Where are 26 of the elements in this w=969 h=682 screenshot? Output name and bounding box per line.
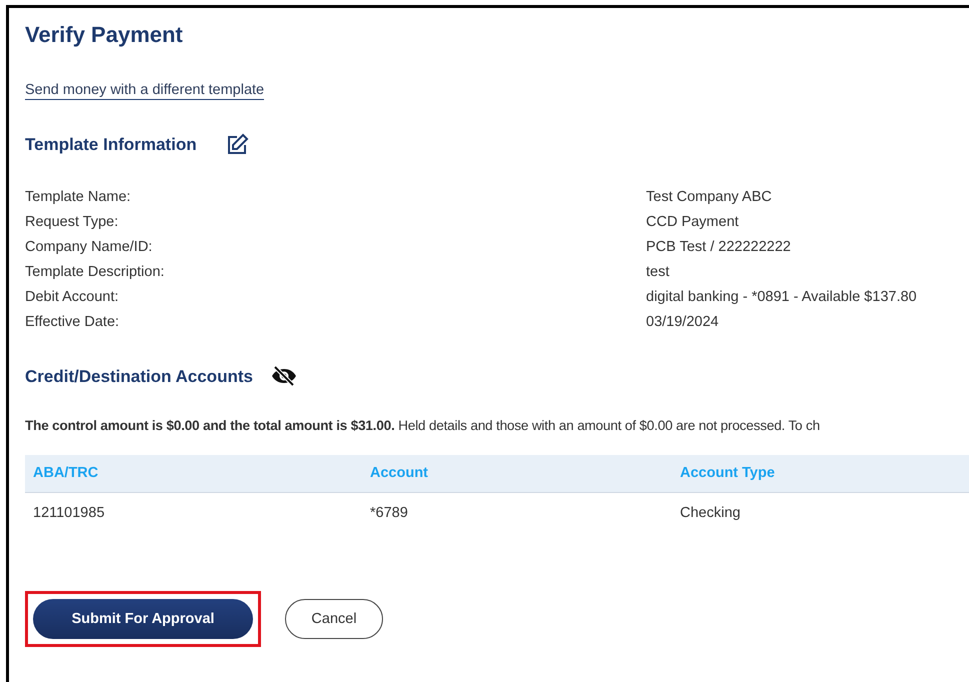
page-title: Verify Payment — [25, 21, 183, 49]
field-label: Request Type: — [25, 213, 120, 232]
field-value: Test Company ABC — [646, 188, 772, 208]
amount-note: The control amount is $0.00 and the total amount is $31.00. Held details and those with an amount of $0.00 are not processed. To ch — [25, 417, 821, 435]
column-header: Account Type — [680, 464, 776, 484]
eye-slash-icon[interactable] — [270, 365, 297, 388]
field-value: digital banking - *0891 - Available $137.80 — [646, 288, 917, 308]
field-value: CCD Payment — [646, 213, 739, 232]
table-cell-text: *6789 — [370, 504, 409, 523]
field-label: Template Description: — [25, 263, 166, 282]
section-heading: Credit/Destination Accounts — [25, 366, 253, 388]
field-value: test — [646, 263, 670, 282]
field-value: PCB Test / 222222222 — [646, 238, 791, 258]
field-label: Effective Date: — [25, 313, 120, 332]
field-label: Company Name/ID: — [25, 238, 154, 258]
field-label: Debit Account: — [25, 288, 120, 308]
column-header: ABA/TRC — [33, 464, 100, 484]
field-value: 03/19/2024 — [646, 313, 719, 332]
cancel-button[interactable]: Cancel — [285, 599, 383, 640]
field-label: Template Name: — [25, 188, 132, 208]
section-heading: Template Information — [25, 134, 197, 156]
table-cell-text: 121101985 — [33, 504, 106, 523]
table-cell-text: Checking — [680, 504, 742, 523]
template-link[interactable]: Send money with a different template — [25, 81, 264, 100]
column-header: Account — [370, 464, 429, 484]
submit-button[interactable]: Submit For Approval — [33, 599, 253, 640]
